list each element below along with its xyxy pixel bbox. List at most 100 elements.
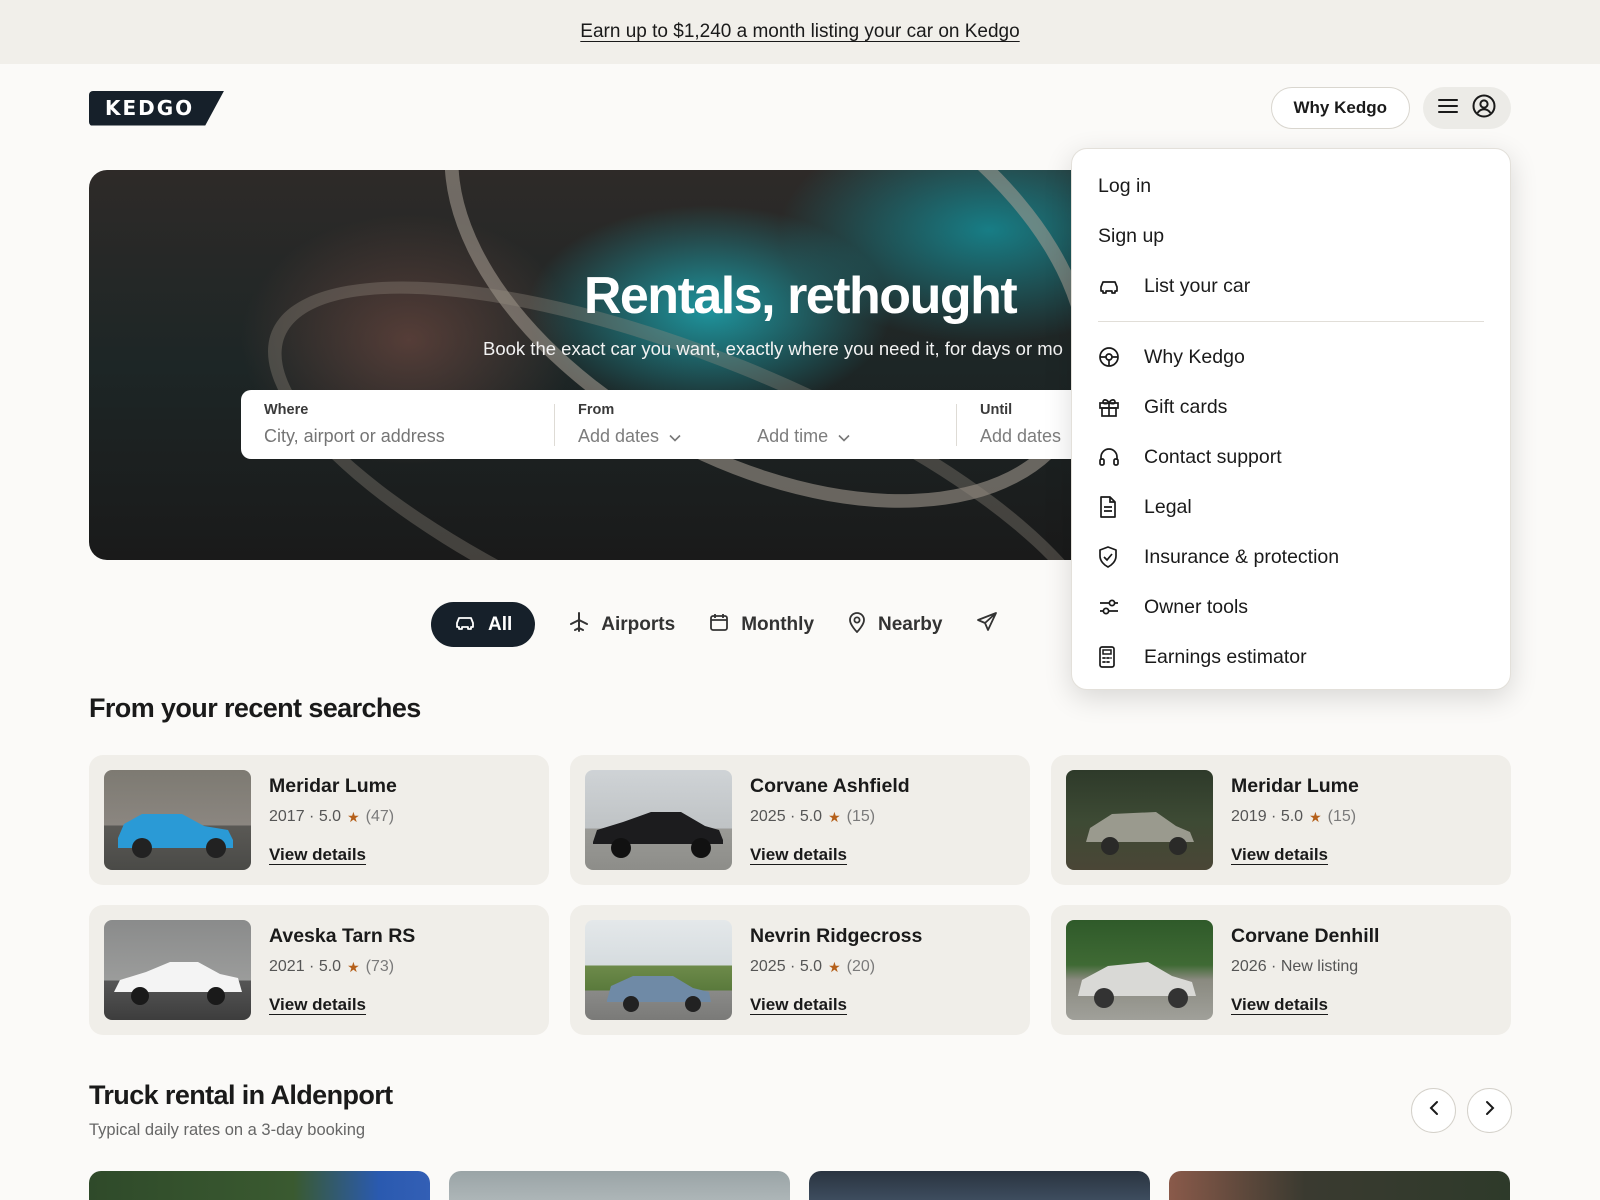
menu-item-list-your-car[interactable]: List your car [1098, 261, 1484, 311]
menu-item-label: Legal [1144, 495, 1192, 518]
menu-item-why-kedgo[interactable]: Why Kedgo [1098, 332, 1484, 382]
view-details-link[interactable]: View details [1231, 845, 1359, 865]
where-field: Where [241, 390, 554, 459]
shield-icon [1098, 546, 1144, 568]
car-review-count: (15) [846, 808, 876, 825]
filter-all[interactable]: All [431, 602, 536, 647]
filter-send[interactable] [976, 602, 998, 647]
chevron-down-icon [669, 426, 681, 447]
car-photo [1066, 920, 1213, 1020]
car-photo [585, 920, 732, 1020]
car-name: Corvane Ashfield [750, 775, 910, 797]
car-info: Corvane Denhill 2026 · New listing View … [1231, 925, 1379, 1015]
car-review-count: (20) [846, 958, 876, 975]
filter-label: Nearby [878, 613, 943, 635]
car-card[interactable]: Meridar Lume 2017 · 5.0 ★ (47) View deta… [89, 755, 549, 885]
menu-item-sign-up[interactable]: Sign up [1098, 211, 1484, 261]
truck-card-photo[interactable] [1169, 1171, 1510, 1200]
car-card[interactable]: Nevrin Ridgecross 2025 · 5.0 ★ (20) View… [570, 905, 1030, 1035]
menu-item-legal[interactable]: Legal [1098, 482, 1484, 532]
car-info: Meridar Lume 2019 · 5.0 ★ (15) View deta… [1231, 775, 1359, 865]
menu-item-label: Why Kedgo [1144, 345, 1245, 368]
car-info: Nevrin Ridgecross 2025 · 5.0 ★ (20) View… [750, 925, 922, 1015]
calendar-icon [709, 612, 729, 638]
view-details-link[interactable]: View details [269, 995, 415, 1015]
filter-monthly[interactable]: Monthly [709, 602, 814, 647]
category-filters: All Airports Monthly Nearby [431, 602, 998, 647]
car-year-rating: 2025 · 5.0 [750, 958, 823, 975]
menu-item-label: Sign up [1098, 224, 1165, 247]
recent-searches-list: Meridar Lume 2017 · 5.0 ★ (47) View deta… [89, 755, 1511, 1035]
star-icon: ★ [828, 958, 841, 975]
chevron-left-icon [1429, 1100, 1439, 1121]
promo-banner: Earn up to $1,240 a month listing your c… [0, 0, 1600, 64]
logo[interactable]: KEDGO [89, 90, 225, 126]
why-kedgo-button[interactable]: Why Kedgo [1270, 87, 1410, 129]
user-avatar-icon [1472, 94, 1496, 123]
from-dates-value: Add dates [578, 426, 660, 446]
airplane-icon [569, 611, 589, 638]
where-label: Where [264, 402, 309, 418]
sliders-icon [1098, 597, 1144, 617]
from-time-select[interactable]: Add time [757, 426, 850, 447]
car-meta: 2017 · 5.0 ★ (47) [269, 808, 397, 826]
car-card[interactable]: Corvane Denhill 2026 · New listing View … [1051, 905, 1511, 1035]
from-dates-select[interactable]: Add dates [578, 426, 681, 447]
until-dates-select[interactable]: Add dates [980, 426, 1061, 447]
hamburger-icon [1438, 98, 1458, 119]
car-name: Nevrin Ridgecross [750, 925, 923, 947]
car-review-count: (15) [1327, 808, 1357, 825]
star-icon: ★ [347, 958, 360, 975]
car-photo [1066, 770, 1213, 870]
carousel-controls [1411, 1088, 1512, 1133]
promo-link[interactable]: Earn up to $1,240 a month listing your c… [580, 21, 1019, 43]
view-details-link[interactable]: View details [750, 845, 910, 865]
from-field: From Add dates Add time [555, 390, 956, 459]
filter-nearby[interactable]: Nearby [848, 602, 942, 647]
truck-card-photo[interactable] [809, 1171, 1150, 1200]
menu-item-contact-support[interactable]: Contact support [1098, 432, 1484, 482]
menu-item-label: Owner tools [1144, 595, 1249, 618]
truck-carousel [89, 1171, 1510, 1200]
filter-label: All [488, 613, 513, 635]
menu-item-log-in[interactable]: Log in [1098, 161, 1484, 211]
star-icon: ★ [347, 808, 360, 825]
car-info: Meridar Lume 2017 · 5.0 ★ (47) View deta… [269, 775, 397, 865]
car-icon [1098, 278, 1144, 294]
menu-item-insurance-protection[interactable]: Insurance & protection [1098, 532, 1484, 582]
star-icon: ★ [828, 808, 841, 825]
view-details-link[interactable]: View details [269, 845, 397, 865]
menu-item-owner-tools[interactable]: Owner tools [1098, 582, 1484, 632]
car-icon [454, 614, 476, 636]
filter-label: Monthly [741, 613, 815, 635]
menu-item-label: Earnings estimator [1144, 645, 1307, 668]
hero-subtitle: Book the exact car you want, exactly whe… [483, 338, 1063, 359]
account-menu-button[interactable] [1423, 87, 1511, 129]
filter-airports[interactable]: Airports [569, 602, 675, 647]
car-meta: 2025 · 5.0 ★ (15) [750, 808, 910, 826]
menu-item-earnings-estimator[interactable]: Earnings estimator [1098, 632, 1484, 682]
car-photo [104, 770, 251, 870]
menu-item-label: Log in [1098, 174, 1152, 197]
menu-item-label: Insurance & protection [1144, 545, 1340, 568]
car-card[interactable]: Meridar Lume 2019 · 5.0 ★ (15) View deta… [1051, 755, 1511, 885]
until-dates-value: Add dates [980, 426, 1062, 446]
view-details-link[interactable]: View details [1231, 995, 1379, 1015]
car-card[interactable]: Aveska Tarn RS 2021 · 5.0 ★ (73) View de… [89, 905, 549, 1035]
menu-divider [1098, 321, 1484, 322]
truck-card-photo[interactable] [89, 1171, 430, 1200]
menu-item-gift-cards[interactable]: Gift cards [1098, 382, 1484, 432]
car-meta: 2026 · New listing [1231, 958, 1379, 976]
truck-card-photo[interactable] [449, 1171, 790, 1200]
where-input[interactable] [264, 426, 524, 447]
car-body [114, 962, 242, 992]
carousel-next-button[interactable] [1467, 1088, 1512, 1133]
top-nav: KEDGO Why Kedgo [89, 86, 1511, 130]
chevron-right-icon [1485, 1100, 1495, 1121]
view-details-link[interactable]: View details [750, 995, 922, 1015]
car-name: Meridar Lume [1231, 775, 1359, 797]
car-card[interactable]: Corvane Ashfield 2025 · 5.0 ★ (15) View … [570, 755, 1030, 885]
truck-rental-title: Truck rental in Aldenport [89, 1080, 393, 1110]
star-icon: ★ [1309, 808, 1322, 825]
carousel-prev-button[interactable] [1411, 1088, 1456, 1133]
